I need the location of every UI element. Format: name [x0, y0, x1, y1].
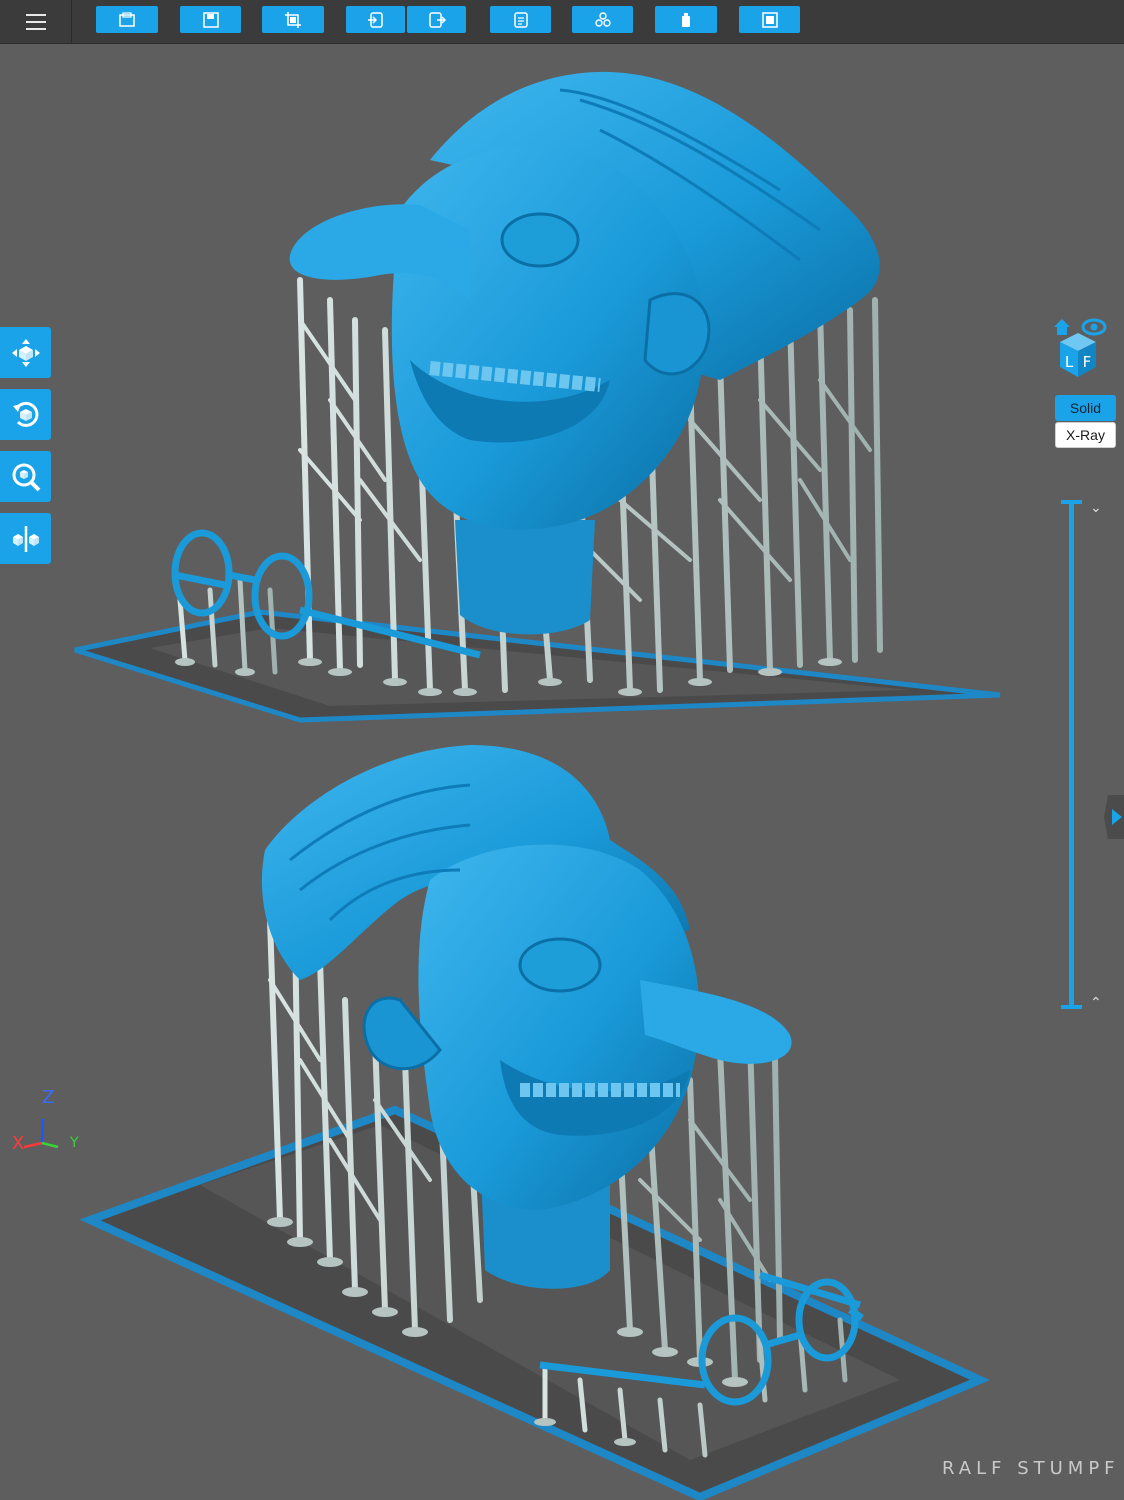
- save-icon: [202, 11, 219, 28]
- x-axis-label: X: [12, 1133, 25, 1154]
- chevron-down-icon[interactable]: ⌄: [1090, 501, 1104, 515]
- resin-settings-button[interactable]: [655, 6, 717, 33]
- 3d-viewport[interactable]: L F Z X Y: [0, 45, 1124, 1500]
- layer-slider-track[interactable]: [1069, 502, 1074, 1008]
- view-cube[interactable]: L F: [1048, 315, 1108, 381]
- copy-icon: [513, 11, 528, 28]
- expand-panel-button[interactable]: [1104, 795, 1124, 839]
- play-arrow-icon: [1112, 809, 1122, 825]
- axis-triad: Z X Y: [10, 1085, 90, 1160]
- import-button[interactable]: [346, 6, 405, 33]
- menu-icon: [25, 21, 46, 23]
- transform-toolbar: [0, 327, 52, 575]
- z-axis-label: Z: [42, 1087, 55, 1108]
- open-file-icon: [119, 11, 135, 27]
- save-button[interactable]: [180, 6, 241, 33]
- svg-text:F: F: [1083, 353, 1092, 371]
- xray-view-button[interactable]: X-Ray: [1055, 422, 1116, 448]
- x-axis-line: [23, 1141, 43, 1149]
- copy-button[interactable]: [490, 6, 551, 33]
- top-toolbar: [0, 0, 1124, 44]
- watermark: RALF STUMPF: [942, 1458, 1120, 1479]
- crop-button[interactable]: [262, 6, 324, 33]
- slice-button[interactable]: [739, 6, 800, 33]
- import-icon: [367, 11, 383, 28]
- export-button[interactable]: [407, 6, 466, 33]
- open-file-button[interactable]: [96, 6, 158, 33]
- arrange-button[interactable]: [572, 6, 633, 33]
- chevron-up-icon[interactable]: ⌃: [1090, 996, 1104, 1010]
- hamburger-menu-button[interactable]: [0, 0, 72, 44]
- solid-view-button[interactable]: Solid: [1055, 395, 1116, 421]
- arrange-icon: [594, 11, 611, 27]
- scale-tool-button[interactable]: [0, 451, 51, 502]
- export-icon: [428, 11, 446, 28]
- move-icon: [11, 338, 40, 367]
- mirror-tool-button[interactable]: [0, 513, 51, 564]
- move-tool-button[interactable]: [0, 327, 51, 378]
- z-axis-line: [40, 1118, 45, 1144]
- y-axis-line: [41, 1141, 59, 1149]
- rotate-icon: [12, 401, 38, 427]
- scale-icon: [12, 463, 40, 491]
- view-cube-icon: L F: [1054, 318, 1107, 377]
- mirror-icon: [12, 525, 39, 552]
- slice-icon: [761, 11, 778, 28]
- home-icon: [1054, 319, 1070, 335]
- crop-icon: [285, 11, 301, 28]
- y-axis-label: Y: [70, 1135, 79, 1151]
- layer-slider-bottom-handle[interactable]: [1061, 1005, 1082, 1009]
- resin-bottle-icon: [682, 12, 690, 27]
- layer-slider-top-handle[interactable]: [1061, 500, 1082, 504]
- svg-text:L: L: [1065, 353, 1074, 371]
- scene-canvas: [74, 71, 1001, 1500]
- rotate-tool-button[interactable]: [0, 389, 51, 440]
